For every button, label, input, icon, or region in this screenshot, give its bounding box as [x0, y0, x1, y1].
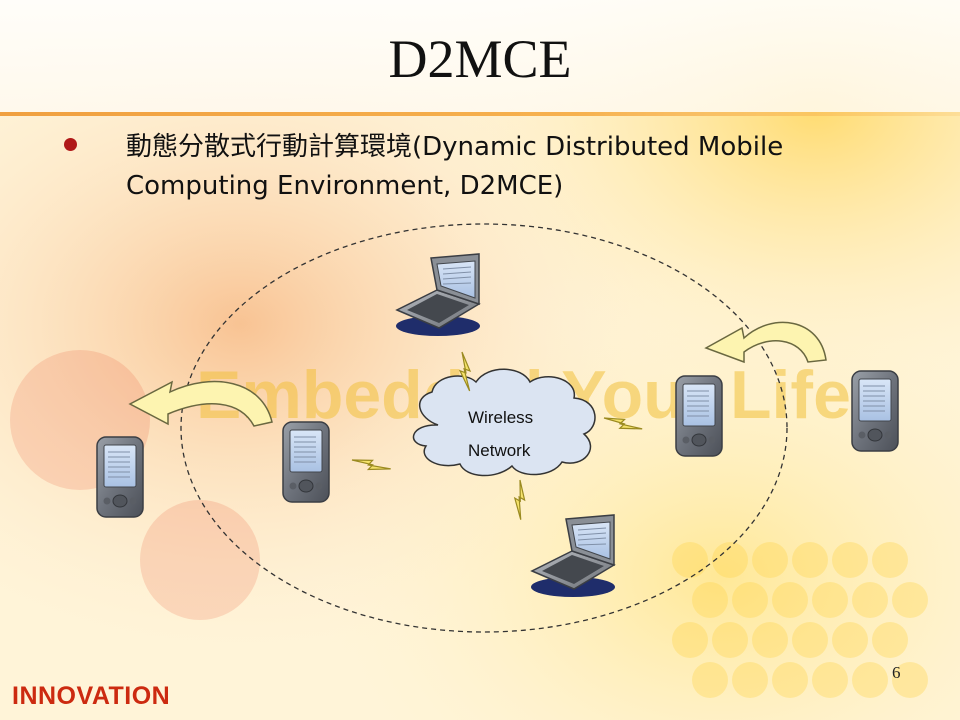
curved-arrow-icon	[128, 380, 273, 427]
pda-icon	[96, 436, 144, 518]
cloud-label-line2: Network	[468, 441, 531, 460]
lightning-icon	[603, 404, 643, 443]
lightning-icon	[351, 445, 392, 484]
brand-logo-text: INNOVATION	[12, 682, 171, 710]
lightning-icon	[500, 479, 541, 521]
pda-icon	[851, 370, 899, 452]
network-diagram	[96, 223, 899, 633]
laptop-icon	[395, 253, 481, 337]
curved-arrow-icon	[704, 321, 827, 364]
pda-icon	[675, 375, 723, 457]
laptop-icon	[530, 514, 616, 598]
pda-icon	[282, 421, 330, 503]
cloud-label-line1: Wireless	[468, 408, 534, 427]
page-number: 6	[892, 663, 901, 682]
